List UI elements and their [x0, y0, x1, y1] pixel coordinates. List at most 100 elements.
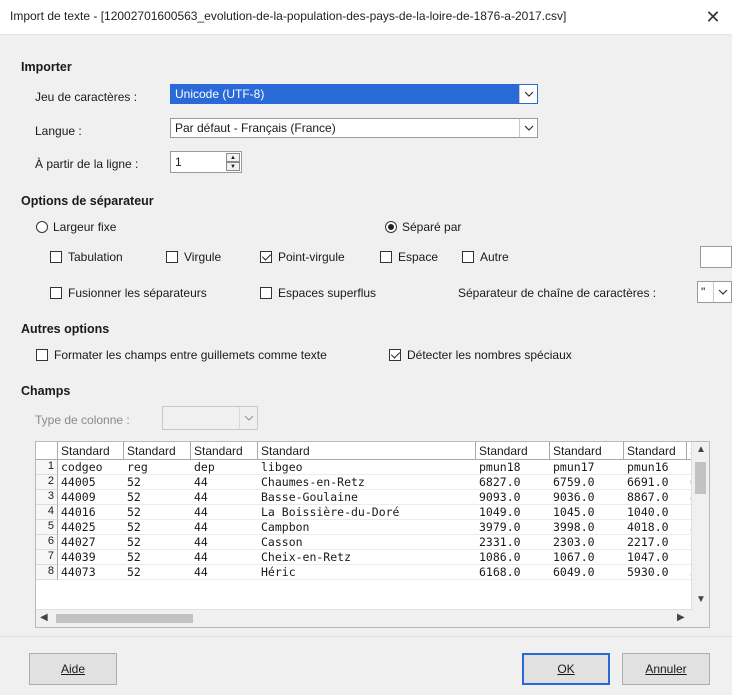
scroll-right-icon[interactable]: ▶ [677, 612, 685, 623]
help-button[interactable]: Aide [29, 653, 117, 685]
spin-down-icon[interactable]: ▼ [226, 162, 240, 171]
table-cell: 44005 [58, 475, 124, 490]
table-cell: 5930.0 [624, 565, 687, 580]
string-delimiter-select[interactable]: " [697, 281, 732, 303]
table-cell: 1040.0 [624, 505, 687, 520]
tab-label: Tabulation [68, 250, 123, 264]
table-cell: 2217.0 [624, 535, 687, 550]
column-header[interactable]: Standard [258, 442, 476, 460]
chevron-down-icon[interactable] [519, 85, 537, 103]
cancel-button-label: Annuler [645, 662, 687, 676]
chevron-down-icon[interactable] [239, 407, 257, 429]
table-cell: Cheix-en-Retz [258, 550, 476, 565]
table-cell: 6827.0 [476, 475, 550, 490]
merge-separators-checkbox[interactable] [50, 287, 62, 299]
table-cell: pmun17 [550, 460, 624, 475]
string-delimiter-label: Séparateur de chaîne de caractères : [458, 286, 657, 300]
scrollbar-thumb[interactable] [695, 462, 706, 494]
column-header[interactable]: Standard [124, 442, 191, 460]
close-icon[interactable]: ✕ [700, 4, 726, 30]
scroll-up-icon[interactable]: ▲ [696, 444, 706, 455]
table-cell: 44016 [58, 505, 124, 520]
ok-button[interactable]: OK [522, 653, 610, 685]
table-cell: 44009 [58, 490, 124, 505]
trim-spaces-checkbox[interactable] [260, 287, 272, 299]
table-cell: libgeo [258, 460, 476, 475]
table-cell: pmun16 [624, 460, 687, 475]
vertical-scrollbar[interactable]: ▲ ▼ [691, 442, 709, 610]
corner-header [36, 442, 58, 460]
charset-value: Unicode (UTF-8) [175, 87, 265, 101]
preview-grid[interactable]: Standard Standard Standard Standard Stan… [35, 441, 710, 628]
table-cell: 8867.0 [624, 490, 687, 505]
space-checkbox[interactable] [380, 251, 392, 263]
charset-label: Jeu de caractères : [35, 90, 138, 104]
language-value: Par défaut - Français (France) [175, 121, 336, 135]
table-cell: 52 [124, 520, 191, 535]
title-bar: Import de texte - [12002701600563_evolut… [0, 0, 732, 35]
table-cell: 3998.0 [550, 520, 624, 535]
table-cell: La Boissière-du-Doré [258, 505, 476, 520]
table-cell: reg [124, 460, 191, 475]
table-cell: 1049.0 [476, 505, 550, 520]
tab-checkbox[interactable] [50, 251, 62, 263]
table-cell: 52 [124, 505, 191, 520]
scroll-down-icon[interactable]: ▼ [696, 594, 706, 605]
separated-by-label: Séparé par [402, 220, 462, 234]
row-number: 5 [36, 520, 58, 535]
column-header[interactable]: Standard [550, 442, 624, 460]
separated-by-radio[interactable] [385, 221, 397, 233]
table-cell: 44027 [58, 535, 124, 550]
column-type-select[interactable] [162, 406, 258, 430]
table-cell: 1086.0 [476, 550, 550, 565]
table-cell: 3979.0 [476, 520, 550, 535]
row-number: 3 [36, 490, 58, 505]
help-button-label: Aide [60, 662, 86, 676]
table-cell: dep [191, 460, 258, 475]
window-title: Import de texte - [12002701600563_evolut… [10, 9, 567, 23]
quoted-as-text-label: Formater les champs entre guillemets com… [54, 348, 327, 362]
table-cell: 1067.0 [550, 550, 624, 565]
row-number: 8 [36, 565, 58, 580]
table-cell: 44025 [58, 520, 124, 535]
cancel-button[interactable]: Annuler [622, 653, 710, 685]
chevron-down-icon[interactable] [519, 119, 537, 137]
table-cell: 52 [124, 550, 191, 565]
fixed-width-radio[interactable] [36, 221, 48, 233]
table-cell: 44 [191, 535, 258, 550]
table-cell: 6759.0 [550, 475, 624, 490]
horizontal-scrollbar[interactable]: ◀ ▶ [36, 609, 693, 627]
spin-up-icon[interactable]: ▲ [226, 153, 240, 162]
language-select[interactable]: Par défaut - Français (France) [170, 118, 538, 138]
language-label: Langue : [35, 124, 82, 138]
table-cell: 9036.0 [550, 490, 624, 505]
column-header[interactable]: Standard [624, 442, 687, 460]
table-cell: 44 [191, 490, 258, 505]
table-cell: codgeo [58, 460, 124, 475]
semicolon-checkbox[interactable] [260, 251, 272, 263]
table-cell: 1047.0 [624, 550, 687, 565]
row-number: 2 [36, 475, 58, 490]
quoted-as-text-checkbox[interactable] [36, 349, 48, 361]
table-cell: 44 [191, 550, 258, 565]
chevron-down-icon[interactable] [713, 282, 731, 302]
other-checkbox[interactable] [462, 251, 474, 263]
row-number: 4 [36, 505, 58, 520]
table-cell: 1045.0 [550, 505, 624, 520]
column-header[interactable]: Standard [58, 442, 124, 460]
table-cell: 44 [191, 565, 258, 580]
from-line-spinner[interactable]: 1 ▲ ▼ [170, 151, 242, 173]
scroll-left-icon[interactable]: ◀ [40, 612, 48, 623]
charset-select[interactable]: Unicode (UTF-8) [170, 84, 538, 104]
comma-checkbox[interactable] [166, 251, 178, 263]
table-cell: Chaumes-en-Retz [258, 475, 476, 490]
column-header[interactable]: Standard [191, 442, 258, 460]
table-cell: 44 [191, 520, 258, 535]
table-cell: Basse-Goulaine [258, 490, 476, 505]
other-separator-input[interactable] [700, 246, 732, 268]
column-header[interactable]: Standard [476, 442, 550, 460]
from-line-value: 1 [175, 155, 182, 169]
row-number: 1 [36, 460, 58, 475]
detect-special-checkbox[interactable] [389, 349, 401, 361]
scrollbar-thumb[interactable] [56, 614, 193, 623]
